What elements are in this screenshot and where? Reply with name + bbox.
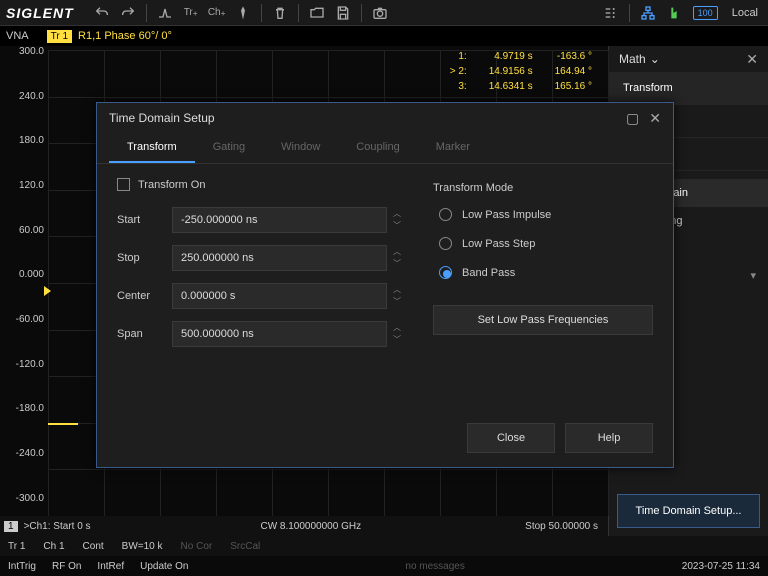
trace-add-icon[interactable]: Tr+ [178, 3, 204, 23]
tab-window[interactable]: Window [263, 133, 338, 163]
start-input[interactable]: -250.000000 ns [172, 207, 387, 233]
checkbox-icon [117, 178, 130, 191]
edge-icon[interactable] [152, 3, 178, 23]
up-icon[interactable]: ︿ [391, 284, 403, 296]
status-inttrig[interactable]: IntTrig [8, 561, 36, 572]
radio-band-pass[interactable]: Band Pass [433, 266, 653, 279]
status-cont[interactable]: Cont [83, 541, 104, 552]
power-icon [661, 3, 687, 23]
span-label: Span [117, 328, 172, 340]
mode-label: VNA [6, 30, 29, 42]
tab-marker[interactable]: Marker [418, 133, 488, 163]
stop-input[interactable]: 250.000000 ns [172, 245, 387, 271]
battery-level: 100 [693, 6, 718, 20]
marker-readout: 1:4.9719 s-163.6 ° > 2:14.9156 s164.94 °… [438, 48, 604, 95]
radio-low-pass-impulse[interactable]: Low Pass Impulse [433, 208, 653, 221]
logo: SIGLENT [6, 5, 74, 21]
center-label: Center [117, 290, 172, 302]
network-icon[interactable] [635, 3, 661, 23]
status-datetime: 2023-07-25 11:34 [682, 561, 760, 572]
chevron-down-icon[interactable]: ▾ [738, 263, 768, 288]
close-icon[interactable]: ✕ [746, 51, 758, 68]
radio-low-pass-step[interactable]: Low Pass Step [433, 237, 653, 250]
close-icon[interactable]: ✕ [649, 110, 661, 127]
save-icon[interactable] [330, 3, 356, 23]
status-update[interactable]: Update On [140, 561, 188, 572]
trace-line [48, 423, 78, 425]
start-label: Start [117, 214, 172, 226]
tab-gating[interactable]: Gating [195, 133, 263, 163]
set-low-pass-button[interactable]: Set Low Pass Frequencies [433, 305, 653, 335]
help-button[interactable]: Help [565, 423, 653, 453]
tab-transform[interactable]: Transform [109, 133, 195, 163]
tab-coupling[interactable]: Coupling [338, 133, 417, 163]
time-domain-setup-button[interactable]: Time Domain Setup... [617, 494, 760, 528]
tab-transform[interactable]: Transform [609, 72, 768, 105]
status-channel[interactable]: Ch 1 [43, 541, 64, 552]
center-input[interactable]: 0.000000 s [172, 283, 387, 309]
up-icon[interactable]: ︿ [391, 322, 403, 334]
down-icon[interactable]: ﹀ [391, 220, 403, 232]
mode-title: Transform Mode [433, 182, 653, 194]
up-icon[interactable]: ︿ [391, 208, 403, 220]
camera-icon[interactable] [367, 3, 393, 23]
down-icon[interactable]: ﹀ [391, 334, 403, 346]
status-trace[interactable]: Tr 1 [8, 541, 25, 552]
delete-icon[interactable] [267, 3, 293, 23]
status-rfon[interactable]: RF On [52, 561, 81, 572]
time-domain-dialog: Time Domain Setup ▢ ✕ Transform Gating W… [96, 102, 674, 468]
channel-add-icon[interactable]: Ch+ [204, 3, 230, 23]
span-input[interactable]: 500.000000 ns [172, 321, 387, 347]
zero-marker-icon [44, 286, 51, 296]
status-bw[interactable]: BW=10 k [122, 541, 163, 552]
close-button[interactable]: Close [467, 423, 555, 453]
transform-on-checkbox[interactable]: Transform On [117, 178, 403, 191]
menu-icon[interactable] [598, 3, 624, 23]
status-intref[interactable]: IntRef [97, 561, 124, 572]
status-nocor: No Cor [181, 541, 213, 552]
down-icon[interactable]: ﹀ [391, 296, 403, 308]
x-center[interactable]: CW 8.100000000 GHz [215, 521, 406, 532]
up-icon[interactable]: ︿ [391, 246, 403, 258]
channel-badge[interactable]: 1 [4, 521, 18, 532]
down-icon[interactable]: ﹀ [391, 258, 403, 270]
dialog-title: Time Domain Setup [109, 111, 215, 125]
x-start[interactable]: >Ch1: Start 0 s [24, 521, 215, 532]
undo-icon[interactable] [89, 3, 115, 23]
redo-icon[interactable] [115, 3, 141, 23]
open-icon[interactable] [304, 3, 330, 23]
marker-icon[interactable] [230, 3, 256, 23]
y-axis: 300.0 240.0 180.0 120.0 60.00 0.000 -60.… [0, 46, 48, 516]
trace-badge[interactable]: Tr 1 [47, 30, 72, 43]
sidepanel-title[interactable]: Math [619, 52, 646, 66]
status-messages[interactable]: no messages [204, 561, 665, 572]
x-stop[interactable]: Stop 50.00000 s [407, 521, 604, 532]
local-button[interactable]: Local [732, 7, 758, 19]
chevron-down-icon[interactable]: ⌄ [650, 52, 660, 66]
trace-desc: R1,1 Phase 60°/ 0° [78, 30, 172, 42]
status-srccal: SrcCal [230, 541, 260, 552]
stop-label: Stop [117, 252, 172, 264]
camera-icon[interactable]: ▢ [626, 110, 639, 127]
